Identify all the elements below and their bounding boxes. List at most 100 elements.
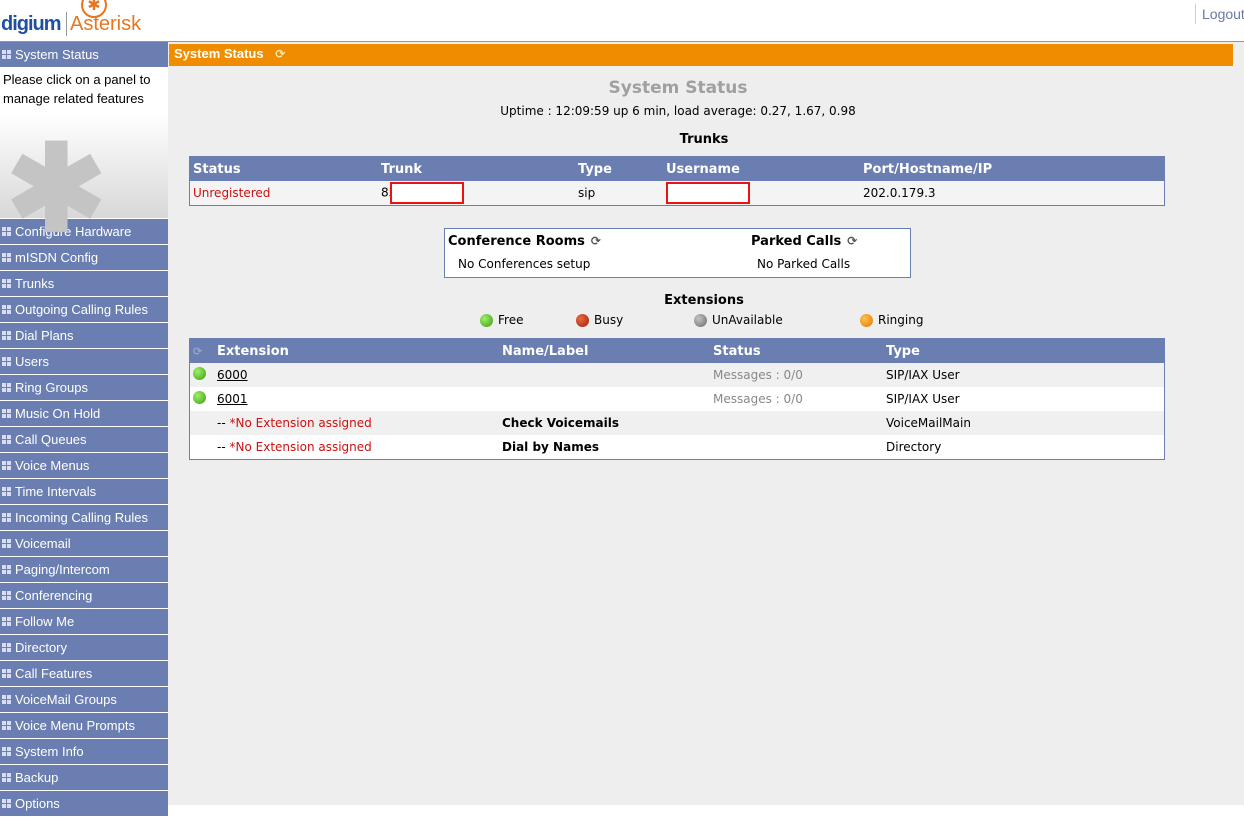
extension-prefix: -- [217, 416, 226, 430]
trunks-heading: Trunks [679, 132, 729, 147]
table-header-row: Status Trunk Type Username Port/Hostname… [189, 156, 1165, 181]
sidebar-item-users[interactable]: Users [0, 349, 168, 375]
sidebar-menu: Configure Hardware mISDN Config Trunks Outg… [0, 219, 168, 817]
panel-title: System Status [174, 46, 264, 61]
sidebar: System Status Please click on a panel to… [0, 42, 168, 817]
sidebar-item-time-intervals[interactable]: Time Intervals [0, 479, 168, 505]
grid-icon [2, 799, 11, 808]
sidebar-item-backup[interactable]: Backup [0, 765, 168, 791]
unavailable-status-icon [694, 313, 707, 327]
status-cell [189, 435, 214, 460]
extension-cell: 6001 [214, 387, 499, 411]
grid-icon [2, 461, 11, 470]
sidebar-item-label: Trunks [15, 276, 55, 291]
sidebar-item-paging-intercom[interactable]: Paging/Intercom [0, 557, 168, 583]
grid-icon [2, 487, 11, 496]
grid-icon [2, 747, 11, 756]
trunk-username [663, 181, 860, 206]
status-cell [189, 411, 214, 435]
sidebar-item-label: Voice Menus [15, 458, 90, 473]
name-cell [499, 387, 710, 411]
sidebar-item-label: Options [15, 796, 60, 811]
grid-icon [2, 331, 11, 340]
sidebar-item-voicemail-groups[interactable]: VoiceMail Groups [0, 687, 168, 713]
main-content: System Status ⟳ System Status Uptime : 1… [168, 42, 1244, 805]
sidebar-item-directory[interactable]: Directory [0, 635, 168, 661]
sidebar-item-system-status[interactable]: System Status [0, 42, 168, 68]
sidebar-item-dial-plans[interactable]: Dial Plans [0, 323, 168, 349]
grid-icon [2, 565, 11, 574]
sidebar-item-label: Follow Me [15, 614, 75, 629]
grid-icon [2, 383, 11, 392]
legend-busy: Busy [576, 313, 623, 327]
sidebar-item-follow-me[interactable]: Follow Me [0, 609, 168, 635]
trunk-status: Unregistered [189, 181, 378, 206]
table-row: -- *No Extension assigned Dial by Names … [189, 435, 1165, 460]
grid-icon [2, 305, 11, 314]
extension-prefix: -- [217, 440, 226, 454]
legend-label: Busy [594, 313, 624, 327]
grid-icon [2, 695, 11, 704]
grid-icon [2, 409, 11, 418]
sidebar-item-voice-menus[interactable]: Voice Menus [0, 453, 168, 479]
sidebar-item-ring-groups[interactable]: Ring Groups [0, 375, 168, 401]
trunk-host: 202.0.179.3 [860, 181, 1165, 206]
sidebar-item-trunks[interactable]: Trunks [0, 271, 168, 297]
sidebar-item-outgoing-calling-rules[interactable]: Outgoing Calling Rules [0, 297, 168, 323]
sidebar-item-options[interactable]: Options [0, 791, 168, 817]
parked-calls-value: No Parked Calls [757, 257, 851, 271]
legend-free: Free [480, 313, 523, 327]
sidebar-item-incoming-calling-rules[interactable]: Incoming Calling Rules [0, 505, 168, 531]
grid-icon [2, 591, 11, 600]
conference-rooms-label: Conference Rooms [448, 234, 585, 249]
sidebar-item-label: System Info [15, 744, 84, 759]
sidebar-item-label: Dial Plans [15, 328, 74, 343]
panel-titlebar: System Status ⟳ [169, 44, 1233, 66]
sidebar-item-voice-menu-prompts[interactable]: Voice Menu Prompts [0, 713, 168, 739]
column-header: Status [189, 156, 378, 181]
name-cell: Check Voicemails [499, 411, 710, 435]
free-status-icon [480, 313, 493, 327]
status-text [710, 435, 883, 460]
grid-icon [2, 773, 11, 782]
sidebar-item-system-info[interactable]: System Info [0, 739, 168, 765]
sidebar-item-voicemail[interactable]: Voicemail [0, 531, 168, 557]
extension-cell: -- *No Extension assigned [214, 435, 499, 460]
parked-calls-heading: Parked Calls ⟳ [751, 234, 857, 249]
extension-link[interactable]: 6001 [217, 392, 248, 406]
column-header: Type [883, 338, 1165, 363]
refresh-icon[interactable]: ⟳ [275, 47, 285, 61]
grid-icon [2, 721, 11, 730]
column-header: Port/Hostname/IP [860, 156, 1165, 181]
refresh-icon[interactable]: ⟳ [591, 234, 601, 248]
refresh-icon[interactable]: ⟳ [193, 345, 202, 358]
grid-icon [2, 279, 11, 288]
trunk-name: 85 [378, 181, 575, 206]
logo-asterisk: Asterisk [70, 13, 142, 35]
table-row: Unregistered 85 sip 202.0.179.3 [189, 181, 1165, 206]
sidebar-item-conferencing[interactable]: Conferencing [0, 583, 168, 609]
busy-status-icon [576, 313, 589, 327]
extensions-heading: Extensions [664, 293, 744, 308]
type-cell: Directory [883, 435, 1165, 460]
column-header-icon: ⟳ [189, 338, 214, 363]
grid-icon [2, 643, 11, 652]
grid-icon [2, 617, 11, 626]
sidebar-item-call-features[interactable]: Call Features [0, 661, 168, 687]
conference-rooms-value: No Conferences setup [458, 257, 591, 271]
logo-digium: digium [1, 13, 62, 35]
extension-link[interactable]: 6000 [217, 368, 248, 382]
refresh-icon[interactable]: ⟳ [847, 234, 857, 248]
legend-unavailable: UnAvailable [694, 313, 783, 327]
sidebar-item-label: Ring Groups [15, 380, 88, 395]
legend-label: UnAvailable [712, 313, 783, 327]
sidebar-item-music-on-hold[interactable]: Music On Hold [0, 401, 168, 427]
sidebar-item-call-queues[interactable]: Call Queues [0, 427, 168, 453]
sidebar-item-label: Backup [15, 770, 59, 785]
free-status-icon [193, 391, 206, 404]
table-row: 6000 Messages : 0/0 SIP/IAX User [189, 363, 1165, 387]
logout-button[interactable]: Logout [1195, 4, 1244, 24]
type-cell: VoiceMailMain [883, 411, 1165, 435]
column-header: Type [575, 156, 663, 181]
name-cell [499, 363, 710, 387]
